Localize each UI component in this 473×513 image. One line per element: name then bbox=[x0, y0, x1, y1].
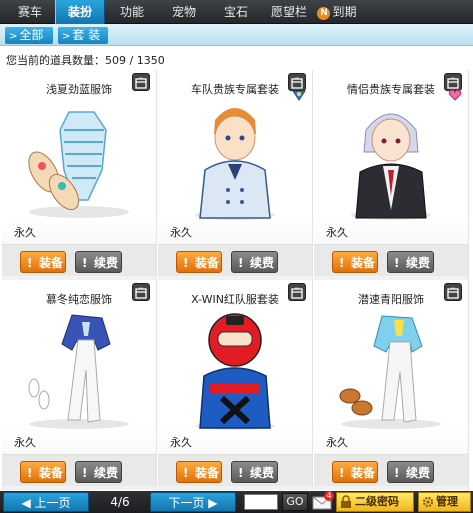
store-box-icon[interactable] bbox=[444, 73, 462, 91]
item-count: 您当前的道具数量：509 / 1350 bbox=[6, 54, 165, 67]
equip-button[interactable]: ! 装备 bbox=[20, 461, 66, 483]
exclamation-icon: ! bbox=[238, 256, 244, 270]
store-box-icon[interactable] bbox=[132, 73, 150, 91]
item-preview-image bbox=[326, 100, 456, 220]
bottom-bar: ◀ 上一页 4/6 下一页 ▶ GO 4 二级密码 管理 bbox=[0, 491, 473, 513]
go-button[interactable]: GO bbox=[282, 493, 308, 511]
exclamation-icon: ! bbox=[339, 256, 345, 270]
manage-button[interactable]: 管理 bbox=[418, 492, 471, 512]
exclamation-icon: ! bbox=[27, 466, 33, 480]
item-actions: ! 装备 ! 续费 bbox=[158, 454, 312, 486]
item-actions: ! 装备 ! 续费 bbox=[314, 454, 468, 486]
chevron-right-icon: > bbox=[62, 31, 71, 42]
top-nav: 赛车 装扮 功能 宠物 宝石 愿望栏 N 到期 bbox=[0, 0, 473, 24]
item-duration: 永久 bbox=[14, 436, 36, 449]
tab-wishlist[interactable]: 愿望栏 bbox=[264, 0, 314, 24]
renew-button[interactable]: ! 续费 bbox=[231, 251, 278, 273]
renew-button[interactable]: ! 续费 bbox=[75, 461, 122, 483]
item-card[interactable]: 情侣贵族专属套装 永久! 装备! 续费 bbox=[314, 70, 469, 280]
item-duration: 永久 bbox=[170, 436, 192, 449]
equip-button[interactable]: ! 装备 bbox=[20, 251, 66, 273]
secondary-password-button[interactable]: 二级密码 bbox=[336, 492, 414, 512]
subtab-suit[interactable]: > 套 装 bbox=[58, 27, 108, 44]
renew-button[interactable]: ! 续费 bbox=[387, 461, 434, 483]
item-card[interactable]: 车队贵族专属套装 永久! 装备! 续费 bbox=[158, 70, 313, 280]
next-page-button[interactable]: 下一页 ▶ bbox=[150, 492, 236, 512]
equip-button[interactable]: ! 装备 bbox=[176, 461, 222, 483]
gear-icon bbox=[422, 496, 434, 508]
item-actions: ! 装备 ! 续费 bbox=[314, 244, 468, 276]
exclamation-icon: ! bbox=[82, 256, 88, 270]
item-duration: 永久 bbox=[170, 226, 192, 239]
page-number-input[interactable] bbox=[244, 494, 278, 510]
tab-pet[interactable]: 宠物 bbox=[160, 0, 208, 24]
exclamation-icon: ! bbox=[238, 466, 244, 480]
item-preview-image bbox=[170, 100, 300, 220]
chevron-right-icon: > bbox=[9, 31, 18, 42]
new-badge-icon: N bbox=[317, 7, 331, 20]
tab-gem[interactable]: 宝石 bbox=[212, 0, 260, 24]
renew-button[interactable]: ! 续费 bbox=[75, 251, 122, 273]
item-preview-image bbox=[14, 100, 144, 220]
chevron-right-icon: ▶ bbox=[204, 496, 218, 510]
exclamation-icon: ! bbox=[394, 466, 400, 480]
tab-expire[interactable]: N 到期 bbox=[312, 0, 362, 24]
store-box-icon[interactable] bbox=[132, 283, 150, 301]
mail-count-badge: 4 bbox=[324, 491, 334, 501]
equip-button[interactable]: ! 装备 bbox=[332, 461, 378, 483]
item-duration: 永久 bbox=[326, 226, 348, 239]
renew-button[interactable]: ! 续费 bbox=[387, 251, 434, 273]
equip-button[interactable]: ! 装备 bbox=[332, 251, 378, 273]
item-actions: ! 装备 ! 续费 bbox=[2, 454, 156, 486]
tab-racing[interactable]: 赛车 bbox=[0, 0, 60, 24]
chevron-left-icon: ◀ bbox=[21, 496, 35, 510]
exclamation-icon: ! bbox=[394, 256, 400, 270]
store-box-icon[interactable] bbox=[444, 283, 462, 301]
exclamation-icon: ! bbox=[27, 256, 33, 270]
store-box-icon[interactable] bbox=[288, 283, 306, 301]
page-indicator: 4/6 bbox=[110, 495, 130, 509]
item-preview-image bbox=[326, 310, 456, 430]
item-card[interactable]: 潜速青阳服饰 永久! 装备! 续费 bbox=[314, 280, 469, 490]
tab-function[interactable]: 功能 bbox=[108, 0, 156, 24]
subtab-all[interactable]: > 全部 bbox=[5, 27, 53, 44]
sub-nav: > 全部 > 套 装 bbox=[0, 24, 473, 46]
equip-button[interactable]: ! 装备 bbox=[176, 251, 222, 273]
exclamation-icon: ! bbox=[183, 466, 189, 480]
lock-icon bbox=[341, 495, 351, 508]
prev-page-button[interactable]: ◀ 上一页 bbox=[3, 492, 89, 512]
item-duration: 永久 bbox=[326, 436, 348, 449]
renew-button[interactable]: ! 续费 bbox=[231, 461, 278, 483]
tab-dressup[interactable]: 装扮 bbox=[55, 0, 105, 24]
item-actions: ! 装备 ! 续费 bbox=[158, 244, 312, 276]
item-card[interactable]: X-WIN红队服套装 永久! 装备! 续费 bbox=[158, 280, 313, 490]
item-preview-image bbox=[170, 310, 300, 430]
exclamation-icon: ! bbox=[183, 256, 189, 270]
item-card[interactable]: 浅夏劲蓝服饰 永久! 装备! 续费 bbox=[2, 70, 157, 280]
exclamation-icon: ! bbox=[339, 466, 345, 480]
exclamation-icon: ! bbox=[82, 466, 88, 480]
item-preview-image bbox=[14, 310, 144, 430]
item-duration: 永久 bbox=[14, 226, 36, 239]
item-actions: ! 装备 ! 续费 bbox=[2, 244, 156, 276]
store-box-icon[interactable] bbox=[288, 73, 306, 91]
item-card[interactable]: 慕冬纯恋服饰 永久! 装备! 续费 bbox=[2, 280, 157, 490]
